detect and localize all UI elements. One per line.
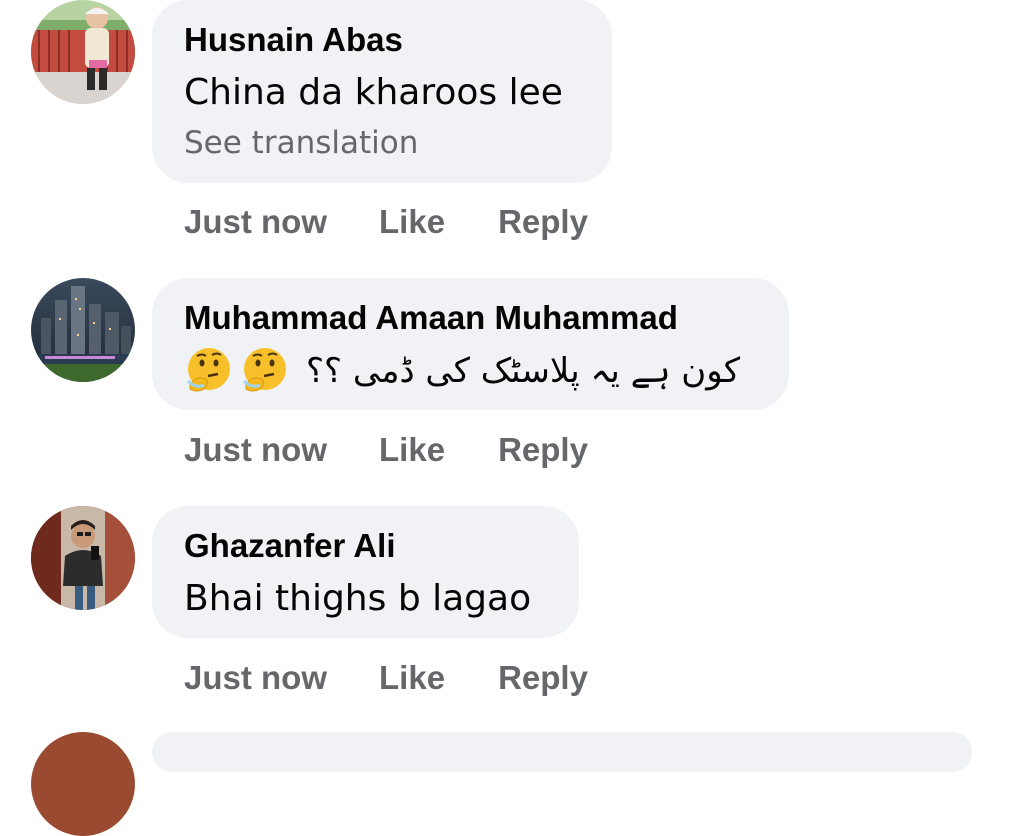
comment-bubble: Muhammad Amaan Muhammad کون ہے یہ پلاسٹک… <box>152 278 789 410</box>
comment-actions: Just now Like Reply <box>184 659 588 697</box>
like-button[interactable]: Like <box>379 659 445 697</box>
reply-button[interactable]: Reply <box>498 203 588 241</box>
thinking-face-icon <box>240 345 290 395</box>
comment-timestamp[interactable]: Just now <box>184 659 327 697</box>
comment-timestamp[interactable]: Just now <box>184 431 327 469</box>
comment-text: Bhai thighs b lagao <box>184 578 532 619</box>
avatar[interactable] <box>31 732 135 836</box>
like-button[interactable]: Like <box>379 431 445 469</box>
thinking-face-icon <box>184 345 234 395</box>
comment-bubble: Husnain Abas China da kharoos lee See tr… <box>152 0 612 183</box>
avatar[interactable] <box>31 0 135 104</box>
comment-text-row: کون ہے یہ پلاسٹک کی ڈمی ؟؟ <box>184 342 757 398</box>
avatar[interactable] <box>31 278 135 382</box>
comment-timestamp[interactable]: Just now <box>184 203 327 241</box>
comment-text: کون ہے یہ پلاسٹک کی ڈمی ؟؟ <box>306 350 741 391</box>
comment-actions: Just now Like Reply <box>184 431 588 469</box>
comment-actions: Just now Like Reply <box>184 203 588 241</box>
comment-bubble: Ghazanfer Ali Bhai thighs b lagao <box>152 506 579 638</box>
avatar[interactable] <box>31 506 135 610</box>
comment-bubble <box>152 732 972 772</box>
see-translation-link[interactable]: See translation <box>184 119 580 167</box>
like-button[interactable]: Like <box>379 203 445 241</box>
comment-author[interactable]: Husnain Abas <box>184 20 580 60</box>
reply-button[interactable]: Reply <box>498 431 588 469</box>
reply-button[interactable]: Reply <box>498 659 588 697</box>
comment-author[interactable]: Ghazanfer Ali <box>184 526 547 566</box>
comment-text: China da kharoos lee <box>184 72 563 113</box>
comment-author[interactable]: Muhammad Amaan Muhammad <box>184 298 757 338</box>
